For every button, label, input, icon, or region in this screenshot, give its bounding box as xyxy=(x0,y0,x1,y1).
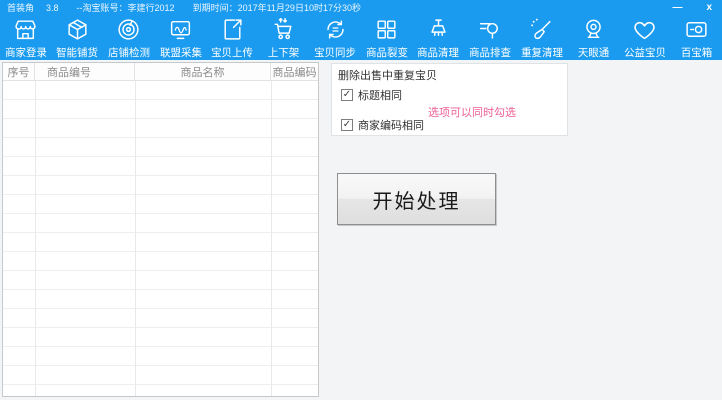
checkbox-same-title[interactable]: ✓ 标题相同 xyxy=(341,87,402,103)
close-button[interactable]: x xyxy=(702,0,716,15)
checkbox-same-code-label: 商家编码相同 xyxy=(358,120,424,132)
heart-icon xyxy=(632,17,657,42)
toolbar-item-charity-items[interactable]: 公益宝贝 xyxy=(619,17,671,60)
column-divider xyxy=(271,81,272,396)
expire-info: 到期时间：2017年11月29日10时17分30秒 xyxy=(192,3,361,13)
app-version: 3.8 xyxy=(46,2,59,13)
delete-duplicates-group: 删除出售中重复宝贝 ✓ 标题相同 选项可以同时勾选 ✓ 商家编码相同 xyxy=(331,63,568,136)
column-header-index[interactable]: 序号 xyxy=(3,63,35,80)
brush-icon xyxy=(529,17,554,42)
monitor-wave-icon xyxy=(168,17,193,42)
sync-icon xyxy=(323,17,348,42)
app-title: 首装角 xyxy=(7,3,35,13)
toolbar-item-shelf-updown[interactable]: 上下架 xyxy=(258,17,310,60)
storefront-icon xyxy=(13,17,38,42)
main-content: 序号 商品编号 商品名称 商品编码 删除出售中重复宝贝 ✓ 标题相同 选项可以同… xyxy=(0,60,722,400)
toolbar-item-smart-stock[interactable]: 智能铺货 xyxy=(52,17,104,60)
toolbar-item-sky-eye[interactable]: 天眼通 xyxy=(567,17,619,60)
column-header-product-code[interactable]: 商品编码 xyxy=(271,63,318,80)
grid-icon xyxy=(374,17,399,42)
toolbar-item-alliance-collect[interactable]: 联盟采集 xyxy=(155,17,207,60)
table-header: 序号 商品编号 商品名称 商品编码 xyxy=(3,63,318,81)
start-processing-button[interactable]: 开始处理 xyxy=(337,173,496,225)
group-title: 删除出售中重复宝贝 xyxy=(338,70,437,82)
toolbar-item-item-fission[interactable]: 商品裂变 xyxy=(361,17,413,60)
toolbar-item-treasure-box[interactable]: 百宝箱 xyxy=(671,17,722,60)
product-table: 序号 商品编号 商品名称 商品编码 xyxy=(2,62,319,397)
toolbar-item-duplicate-clean[interactable]: 重复清理 xyxy=(516,17,568,60)
upload-doc-icon xyxy=(220,17,245,42)
window-controls: — x xyxy=(668,0,716,15)
cart-arrows-icon xyxy=(271,17,296,42)
toolbar: 商家登录 智能铺货 店铺检测 联盟采集 宝贝上传 上下架 宝贝同步 商品裂变 商… xyxy=(0,15,722,60)
toolbar-item-item-inspect[interactable]: 商品排查 xyxy=(464,17,516,60)
checkbox-same-title-label: 标题相同 xyxy=(358,90,402,102)
app-window: 首装角 3.8 --淘宝账号：李建行2012 到期时间：2017年11月29日1… xyxy=(0,0,722,400)
toolbar-item-item-upload[interactable]: 宝贝上传 xyxy=(206,17,258,60)
toolbar-item-merchant-login[interactable]: 商家登录 xyxy=(0,17,52,60)
toolbar-item-item-clean[interactable]: 商品清理 xyxy=(413,17,465,60)
column-header-product-id[interactable]: 商品编号 xyxy=(35,63,135,80)
column-header-product-name[interactable]: 商品名称 xyxy=(135,63,271,80)
column-divider xyxy=(135,81,136,396)
package-icon xyxy=(65,17,90,42)
minimize-button[interactable]: — xyxy=(668,0,686,15)
treasure-box-icon xyxy=(684,17,709,42)
toolbar-item-item-sync[interactable]: 宝贝同步 xyxy=(309,17,361,60)
title-bar: 首装角 3.8 --淘宝账号：李建行2012 到期时间：2017年11月29日1… xyxy=(0,0,722,15)
column-divider xyxy=(35,81,36,396)
table-body[interactable] xyxy=(3,81,318,396)
broom-icon xyxy=(426,17,451,42)
radar-icon xyxy=(116,17,141,42)
hint-text: 选项可以同时勾选 xyxy=(428,107,516,119)
account-info: --淘宝账号：李建行2012 xyxy=(76,3,175,13)
checkbox-checked-icon[interactable]: ✓ xyxy=(341,89,353,101)
checkbox-same-code[interactable]: ✓ 商家编码相同 xyxy=(341,117,424,133)
toolbar-item-shop-check[interactable]: 店铺检测 xyxy=(103,17,155,60)
webcam-icon xyxy=(581,17,606,42)
search-list-icon xyxy=(477,17,502,42)
checkbox-checked-icon[interactable]: ✓ xyxy=(341,119,353,131)
